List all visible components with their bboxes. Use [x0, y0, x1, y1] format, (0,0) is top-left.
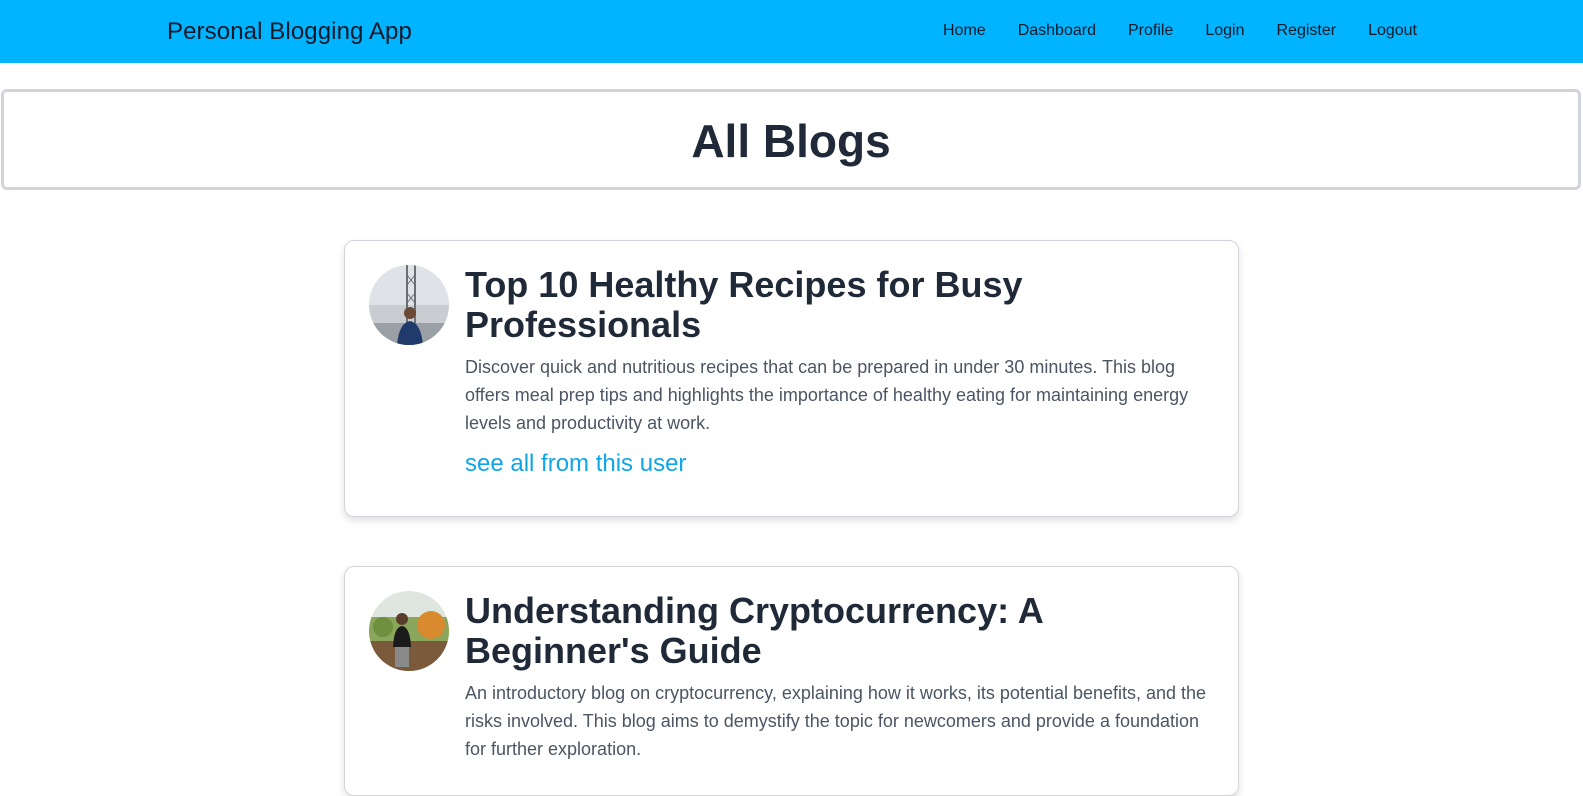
author-avatar[interactable]	[369, 591, 449, 671]
nav-link-home[interactable]: Home	[943, 22, 986, 40]
page-title-box: All Blogs	[1, 89, 1581, 190]
blog-description: An introductory blog on cryptocurrency, …	[465, 683, 1207, 759]
page-title: All Blogs	[691, 115, 891, 167]
blog-title[interactable]: Top 10 Healthy Recipes for Busy Professi…	[465, 265, 1210, 345]
nav-link-profile[interactable]: Profile	[1128, 22, 1173, 40]
nav-link-logout[interactable]: Logout	[1368, 22, 1417, 40]
blog-title[interactable]: Understanding Cryptocurrency: A Beginner…	[465, 591, 1210, 671]
blog-card: Top 10 Healthy Recipes for Busy Professi…	[344, 240, 1239, 517]
blog-description: Discover quick and nutritious recipes th…	[465, 357, 1189, 433]
top-navbar: Personal Blogging App Home Dashboard Pro…	[0, 0, 1583, 63]
nav-link-register[interactable]: Register	[1276, 22, 1336, 40]
user-photo-avatar-icon	[369, 591, 449, 671]
nav-links: Home Dashboard Profile Login Register Lo…	[943, 22, 1417, 40]
user-photo-avatar-icon	[369, 265, 449, 345]
app-brand[interactable]: Personal Blogging App	[167, 18, 412, 46]
author-avatar[interactable]	[369, 265, 449, 345]
nav-link-login[interactable]: Login	[1205, 22, 1244, 40]
blog-card: Understanding Cryptocurrency: A Beginner…	[344, 566, 1239, 796]
nav-link-dashboard[interactable]: Dashboard	[1018, 22, 1096, 40]
blog-card-body: Understanding Cryptocurrency: A Beginner…	[465, 591, 1210, 763]
blog-card-body: Top 10 Healthy Recipes for Busy Professi…	[465, 265, 1210, 478]
see-all-from-user-link[interactable]: see all from this user	[465, 450, 686, 478]
